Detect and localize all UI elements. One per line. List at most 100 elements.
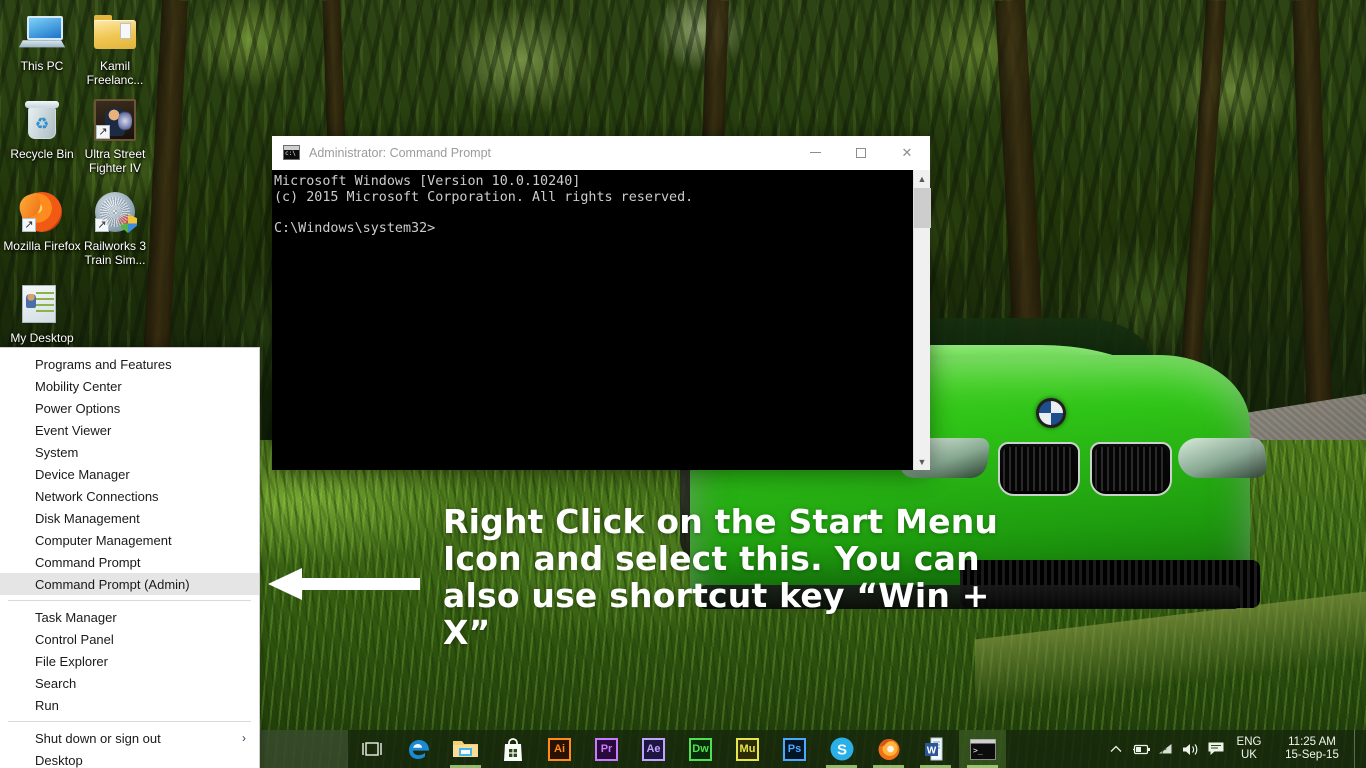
- window-title: Administrator: Command Prompt: [309, 146, 491, 160]
- winx-item-device-manager[interactable]: Device Manager: [0, 463, 259, 485]
- volume-button[interactable]: [1178, 730, 1203, 768]
- clock-date: 15-Sep-15: [1285, 749, 1339, 762]
- winx-power-user-menu[interactable]: Programs and Features Mobility Center Po…: [0, 347, 260, 768]
- clock[interactable]: 11:25 AM 15-Sep-15: [1270, 730, 1354, 768]
- action-center-button[interactable]: [1203, 730, 1228, 768]
- folder-icon: [75, 8, 155, 56]
- battery-icon: [1131, 743, 1151, 756]
- taskbar-item-command-prompt[interactable]: >_: [959, 730, 1006, 768]
- shortcut-overlay-icon: ↗: [96, 125, 110, 139]
- window-controls: ✕: [792, 136, 930, 170]
- this-pc-icon: [2, 8, 82, 56]
- winx-item-task-manager[interactable]: Task Manager: [0, 606, 259, 628]
- winx-item-search[interactable]: Search: [0, 672, 259, 694]
- premiere-icon: Pr: [595, 738, 618, 761]
- wallpaper-car-grille: [1090, 442, 1172, 496]
- file-explorer-icon: [452, 738, 479, 760]
- menu-separator: [8, 600, 251, 601]
- winx-item-power-options[interactable]: Power Options: [0, 397, 259, 419]
- taskbar-item-firefox[interactable]: [865, 730, 912, 768]
- taskbar-item-skype[interactable]: S: [818, 730, 865, 768]
- console-body[interactable]: Microsoft Windows [Version 10.0.10240] (…: [272, 170, 930, 470]
- desktop-icon-mozilla-firefox[interactable]: ↗ Mozilla Firefox: [2, 188, 82, 253]
- scroll-down-arrow[interactable]: ▼: [914, 453, 931, 470]
- wifi-icon: [1157, 742, 1175, 756]
- minimize-button[interactable]: [792, 136, 838, 170]
- desktop-icon-this-pc[interactable]: This PC: [2, 8, 82, 73]
- winx-item-label: Shut down or sign out: [35, 731, 161, 746]
- clock-time: 11:25 AM: [1288, 736, 1336, 749]
- desktop-icon-ultra-street-fighter-iv[interactable]: ↗ Ultra Street Fighter IV: [75, 96, 155, 175]
- winx-item-programs-and-features[interactable]: Programs and Features: [0, 353, 259, 375]
- action-center-icon: [1207, 741, 1225, 757]
- chevron-right-icon: ›: [242, 731, 246, 745]
- svg-text:>_: >_: [973, 746, 983, 755]
- taskbar-item-store[interactable]: [489, 730, 536, 768]
- command-prompt-icon: >_: [970, 739, 996, 760]
- desktop-icon-kamil-freelance[interactable]: Kamil Freelanc...: [75, 8, 155, 87]
- console-output-text: Microsoft Windows [Version 10.0.10240] (…: [272, 170, 913, 470]
- taskbar-item-premiere-pro[interactable]: Pr: [583, 730, 630, 768]
- taskbar-item-word[interactable]: W: [912, 730, 959, 768]
- taskbar-item-after-effects[interactable]: Ae: [630, 730, 677, 768]
- taskbar-item-photoshop[interactable]: Ps: [771, 730, 818, 768]
- show-hidden-icons-button[interactable]: [1103, 730, 1128, 768]
- network-button[interactable]: [1153, 730, 1178, 768]
- word-icon: W: [924, 736, 948, 762]
- winx-item-command-prompt[interactable]: Command Prompt: [0, 551, 259, 573]
- shortcut-overlay-icon: ↗: [95, 218, 109, 232]
- winx-item-computer-management[interactable]: Computer Management: [0, 529, 259, 551]
- winx-item-control-panel[interactable]: Control Panel: [0, 628, 259, 650]
- winx-item-command-prompt-admin[interactable]: Command Prompt (Admin): [0, 573, 259, 595]
- winx-item-desktop[interactable]: Desktop: [0, 749, 259, 768]
- winx-item-network-connections[interactable]: Network Connections: [0, 485, 259, 507]
- close-button[interactable]: ✕: [884, 136, 930, 170]
- chevron-up-icon: [1110, 745, 1122, 753]
- taskbar-item-edge[interactable]: [395, 730, 442, 768]
- taskbar-item-illustrator[interactable]: Ai: [536, 730, 583, 768]
- svg-text:W: W: [926, 746, 936, 757]
- annotation-text: Right Click on the Start Menu Icon and s…: [443, 503, 1003, 651]
- desktop-icon-label: Recycle Bin: [2, 147, 82, 161]
- shortcut-overlay-icon: ↗: [22, 218, 36, 232]
- desktop-icon-label: This PC: [2, 59, 82, 73]
- console-scrollbar[interactable]: ▲ ▼: [913, 170, 930, 470]
- maximize-button[interactable]: [838, 136, 884, 170]
- command-prompt-icon: [283, 145, 300, 160]
- store-icon: [501, 737, 525, 762]
- winx-item-event-viewer[interactable]: Event Viewer: [0, 419, 259, 441]
- taskbar-item-muse[interactable]: Mu: [724, 730, 771, 768]
- wallpaper-car-headlight: [1175, 438, 1269, 478]
- winx-item-file-explorer[interactable]: File Explorer: [0, 650, 259, 672]
- command-prompt-window[interactable]: Administrator: Command Prompt ✕ Microsof…: [272, 136, 930, 470]
- svg-text:S: S: [836, 742, 846, 759]
- show-desktop-button[interactable]: [1354, 730, 1362, 768]
- dreamweaver-icon: Dw: [689, 738, 712, 761]
- left-arrow-annotation: [268, 566, 420, 602]
- wallpaper-car-grille: [998, 442, 1080, 496]
- firefox-icon: ↗: [2, 188, 82, 236]
- scroll-up-arrow[interactable]: ▲: [914, 170, 931, 187]
- wallpaper-bmw-badge: [1036, 398, 1066, 428]
- winx-item-run[interactable]: Run: [0, 694, 259, 716]
- window-title-bar[interactable]: Administrator: Command Prompt ✕: [272, 136, 930, 170]
- task-view-icon: [359, 741, 385, 757]
- task-view-button[interactable]: [348, 730, 395, 768]
- battery-button[interactable]: [1128, 730, 1153, 768]
- winx-item-shut-down-or-sign-out[interactable]: Shut down or sign out ›: [0, 727, 259, 749]
- taskbar-item-dreamweaver[interactable]: Dw: [677, 730, 724, 768]
- scrollbar-thumb[interactable]: [914, 188, 931, 228]
- volume-icon: [1181, 742, 1200, 757]
- desktop-icon-recycle-bin[interactable]: ♻ Recycle Bin: [2, 96, 82, 161]
- photoshop-icon: Ps: [783, 738, 806, 761]
- winx-item-disk-management[interactable]: Disk Management: [0, 507, 259, 529]
- language-indicator[interactable]: ENG UK: [1228, 730, 1270, 768]
- system-tray[interactable]: ENG UK 11:25 AM 15-Sep-15: [1103, 730, 1366, 768]
- winx-item-mobility-center[interactable]: Mobility Center: [0, 375, 259, 397]
- desktop-icon-railworks-3[interactable]: ↗ Railworks 3 Train Sim...: [75, 188, 155, 267]
- firefox-icon: [876, 736, 902, 762]
- recycle-bin-icon: ♻: [2, 96, 82, 144]
- winx-item-system[interactable]: System: [0, 441, 259, 463]
- desktop-icon-label: Railworks 3 Train Sim...: [75, 239, 155, 267]
- taskbar-item-file-explorer[interactable]: [442, 730, 489, 768]
